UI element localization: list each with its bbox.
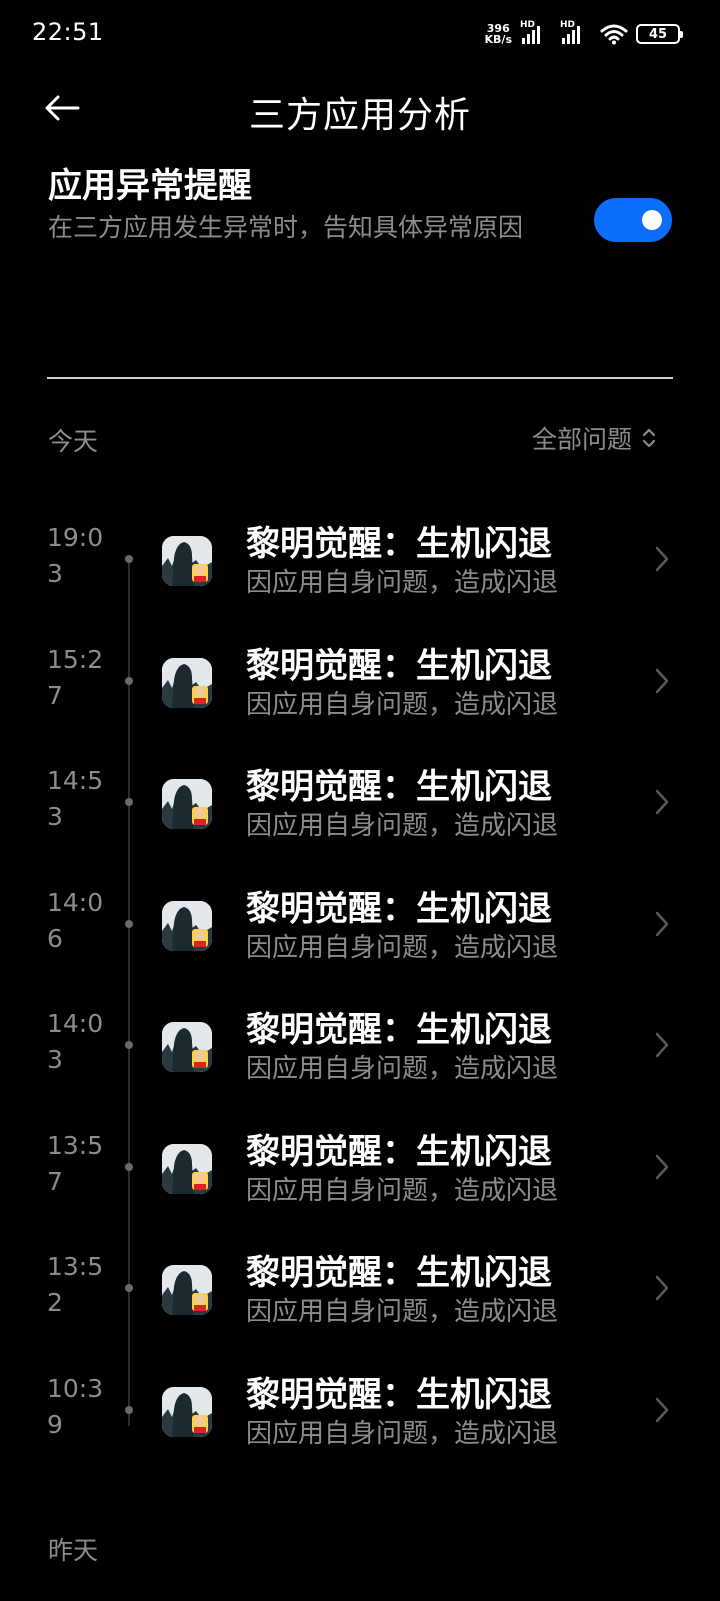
event-title: 黎明觉醒：生机闪退 <box>246 645 552 686</box>
wifi-icon <box>600 24 628 45</box>
event-title: 黎明觉醒：生机闪退 <box>246 888 552 929</box>
event-item[interactable]: 14:03 黎明觉醒：生机闪退 因应用自身问题，造成闪退 <box>0 984 720 1108</box>
status-bar: 22:51 396 KB/s HD HD 45 <box>0 0 720 66</box>
chevron-right-icon <box>655 1397 669 1422</box>
sort-updown-icon <box>642 428 656 448</box>
event-item[interactable]: 13:52 黎明觉醒：生机闪退 因应用自身问题，造成闪退 <box>0 1227 720 1351</box>
event-title: 黎明觉醒：生机闪退 <box>246 767 552 807</box>
signal-icon: HD <box>520 20 552 46</box>
event-item[interactable]: 19:03 黎明觉醒：生机闪退 因应用自身问题，造成闪退 <box>0 498 720 622</box>
app-icon <box>162 1265 212 1315</box>
timeline-dot <box>125 1041 133 1049</box>
event-time: 14:53 <box>47 766 104 831</box>
signal-icon: HD <box>560 20 592 46</box>
event-item[interactable]: 14:53 黎明觉醒：生机闪退 因应用自身问题，造成闪退 <box>0 741 720 865</box>
event-time: 19:03 <box>47 523 104 588</box>
chevron-right-icon <box>655 668 669 693</box>
event-item[interactable]: 14:06 黎明觉醒：生机闪退 因应用自身问题，造成闪退 <box>0 863 720 987</box>
event-subtitle: 因应用自身问题，造成闪退 <box>246 1297 559 1327</box>
event-subtitle: 因应用自身问题，造成闪退 <box>246 689 559 720</box>
app-icon <box>162 779 212 829</box>
event-subtitle: 因应用自身问题，造成闪退 <box>246 1054 559 1084</box>
toggle-knob <box>642 210 662 230</box>
divider <box>47 377 673 379</box>
timeline-dot <box>125 1405 133 1414</box>
app-icon <box>162 1143 212 1194</box>
app-icon <box>162 900 212 951</box>
event-item[interactable]: 10:39 黎明觉醒：生机闪退 因应用自身问题，造成闪退 <box>0 1349 720 1473</box>
event-time: 14:03 <box>47 1009 104 1074</box>
event-subtitle: 因应用自身问题，造成闪退 <box>246 1175 559 1206</box>
timeline-dot <box>125 676 133 685</box>
timeline-dot <box>125 1162 133 1171</box>
timeline-dot <box>125 1284 133 1292</box>
battery-level: 45 <box>648 26 668 42</box>
chevron-right-icon <box>655 1275 669 1301</box>
event-title: 黎明觉醒：生机闪退 <box>246 1010 552 1050</box>
status-time: 22:51 <box>32 18 104 46</box>
abnormal-reminder-toggle[interactable] <box>594 198 672 242</box>
network-speed-unit: KB/s <box>484 33 512 46</box>
event-title: 黎明觉醒：生机闪退 <box>246 1374 552 1415</box>
timeline-dot <box>125 555 133 563</box>
timeline-dot <box>125 919 133 928</box>
section-label-yesterday: 昨天 <box>48 1536 99 1565</box>
event-time: 13:57 <box>47 1130 104 1196</box>
abnormal-reminder-setting[interactable]: 应用异常提醒 在三方应用发生异常时，告知具体异常原因 <box>48 158 672 288</box>
event-time: 10:39 <box>47 1373 104 1439</box>
status-icons: 396 KB/s HD HD 45 <box>485 20 683 48</box>
app-icon <box>162 1386 212 1437</box>
chevron-right-icon <box>655 1154 669 1179</box>
chevron-right-icon <box>655 911 669 936</box>
chevron-right-icon <box>655 546 669 572</box>
section-label-today: 今天 <box>48 427 99 456</box>
event-time: 14:06 <box>47 887 104 953</box>
event-time: 15:27 <box>47 644 104 710</box>
event-title: 黎明觉醒：生机闪退 <box>246 1253 552 1293</box>
app-icon <box>162 1022 212 1072</box>
chevron-right-icon <box>655 1032 669 1058</box>
event-item[interactable]: 15:27 黎明觉醒：生机闪退 因应用自身问题，造成闪退 <box>0 620 720 744</box>
timeline-dot <box>125 798 133 806</box>
battery-icon: 45 <box>636 24 683 44</box>
setting-description: 在三方应用发生异常时，告知具体异常原因 <box>48 213 524 242</box>
network-speed: 396 KB/s <box>485 23 512 45</box>
event-subtitle: 因应用自身问题，造成闪退 <box>246 568 559 598</box>
event-time: 13:52 <box>47 1252 104 1317</box>
event-title: 黎明觉醒：生机闪退 <box>246 524 552 564</box>
app-header: 三方应用分析 <box>0 70 720 146</box>
app-icon <box>162 657 212 708</box>
filter-dropdown[interactable]: 全部问题 <box>532 422 656 454</box>
event-subtitle: 因应用自身问题，造成闪退 <box>246 932 559 963</box>
page-title: 三方应用分析 <box>248 95 471 136</box>
event-subtitle: 因应用自身问题，造成闪退 <box>246 811 559 841</box>
filter-label: 全部问题 <box>531 425 632 454</box>
event-subtitle: 因应用自身问题，造成闪退 <box>246 1418 559 1449</box>
event-item[interactable]: 13:57 黎明觉醒：生机闪退 因应用自身问题，造成闪退 <box>0 1106 720 1230</box>
chevron-right-icon <box>655 789 669 815</box>
setting-title: 应用异常提醒 <box>48 166 252 206</box>
event-title: 黎明觉醒：生机闪退 <box>246 1131 552 1172</box>
app-icon <box>162 536 212 586</box>
